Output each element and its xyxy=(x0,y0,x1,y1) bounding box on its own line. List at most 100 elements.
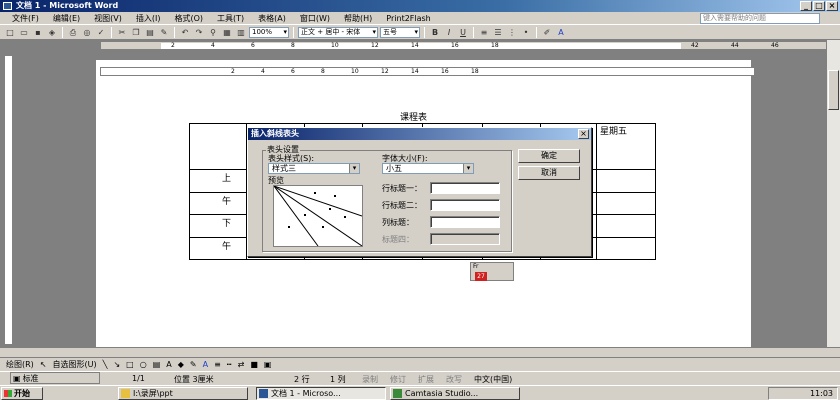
bullets-icon[interactable]: • xyxy=(520,27,532,38)
help-search-input[interactable]: 键入需要帮助的问题 xyxy=(700,13,820,24)
autoshapes-button[interactable]: 自选图形(U) xyxy=(53,359,97,370)
scrollbar-thumb[interactable] xyxy=(828,70,839,110)
copy-icon[interactable]: ❐ xyxy=(130,27,142,38)
taskbar: 开始 I:\录屏\ppt 文档 1 - Microso... Camtasia … xyxy=(0,385,840,400)
header-style-select[interactable]: 样式三 ▾ xyxy=(268,163,360,174)
print-preview-icon[interactable]: ◎ xyxy=(81,27,93,38)
task-camtasia[interactable]: Camtasia Studio... xyxy=(390,387,520,400)
ime-mode[interactable]: 标准 xyxy=(23,373,39,384)
table-ruler: 2 4 6 8 10 12 14 16 18 xyxy=(100,67,755,76)
menu-tools[interactable]: 工具(T) xyxy=(217,13,244,24)
status-ext[interactable]: 扩展 xyxy=(418,374,434,385)
bold-button[interactable]: B xyxy=(429,27,441,38)
font-color-icon[interactable]: A xyxy=(555,27,567,38)
clock[interactable]: 11:03 xyxy=(810,389,833,398)
save-icon[interactable]: ▪ xyxy=(32,27,44,38)
menu-format[interactable]: 格式(O) xyxy=(174,13,203,24)
draw-menu-button[interactable]: 绘图(R) xyxy=(6,359,34,370)
ime-bar[interactable]: ▣ 标准 xyxy=(10,372,100,384)
row-title2-label: 行标题二： xyxy=(382,201,422,210)
menu-help[interactable]: 帮助(H) xyxy=(344,13,372,24)
permission-icon[interactable]: ◈ xyxy=(46,27,58,38)
undo-icon[interactable]: ↶ xyxy=(179,27,191,38)
horizontal-ruler[interactable]: 2 4 6 8 10 12 14 16 18 42 44 46 xyxy=(100,41,830,50)
menu-insert[interactable]: 插入(I) xyxy=(136,13,161,24)
row-title2-input[interactable] xyxy=(430,199,500,211)
menu-window[interactable]: 窗口(W) xyxy=(300,13,330,24)
document-title: 课程表 xyxy=(400,113,428,123)
columns-icon[interactable]: ▥ xyxy=(235,27,247,38)
zoom-select[interactable]: 100% xyxy=(249,26,289,38)
rectangle-icon[interactable]: □ xyxy=(126,360,134,369)
font-size-select[interactable]: 五号 xyxy=(380,26,420,38)
shadow-icon[interactable]: ■ xyxy=(250,360,258,369)
col-title-input[interactable] xyxy=(430,216,500,228)
standard-toolbar: □ ▭ ▪ ◈ ⎙ ◎ ✓ ✂ ❐ ▤ ✎ ↶ ↷ ⚲ ▦ ▥ 100% 正文 … xyxy=(0,25,840,40)
print-icon[interactable]: ⎙ xyxy=(67,27,79,38)
ruler-number: 6 xyxy=(251,42,255,49)
start-button[interactable]: 开始 xyxy=(1,387,43,400)
font-size-dialog-select[interactable]: 小五 ▾ xyxy=(382,163,474,174)
align-center-icon[interactable]: ☰ xyxy=(492,27,504,38)
view-buttons-bar[interactable] xyxy=(0,347,840,357)
menu-print2flash[interactable]: Print2Flash xyxy=(386,14,430,23)
table-icon[interactable]: ▦ xyxy=(221,27,233,38)
insert-diagonal-header-dialog: 插入斜线表头 × 表头设置 表头样式(S): 样式三 ▾ 字体大小(F): 小五… xyxy=(247,127,592,257)
status-ovr[interactable]: 改写 xyxy=(446,374,462,385)
minimize-button[interactable]: _ xyxy=(800,1,812,11)
arrow-icon[interactable]: ↘ xyxy=(113,360,120,369)
menu-file[interactable]: 文件(F) xyxy=(12,13,39,24)
floating-toolbar-value[interactable]: 27 xyxy=(475,272,487,281)
menu-table[interactable]: 表格(A) xyxy=(258,13,286,24)
align-left-icon[interactable]: ≡ xyxy=(478,27,490,38)
paste-icon[interactable]: ▤ xyxy=(144,27,156,38)
style-select[interactable]: 正文 + 居中 - 宋体 xyxy=(298,26,378,38)
cancel-button[interactable]: 取消 xyxy=(518,166,580,180)
textbox-icon[interactable]: ▤ xyxy=(153,360,161,369)
wordart-icon[interactable]: A xyxy=(166,360,171,369)
task-folder[interactable]: I:\录屏\ppt xyxy=(118,387,248,400)
close-button[interactable]: × xyxy=(826,1,838,11)
cut-icon[interactable]: ✂ xyxy=(116,27,128,38)
hyperlink-icon[interactable]: ⚲ xyxy=(207,27,219,38)
header-style-value: 样式三 xyxy=(272,164,296,173)
oval-icon[interactable]: ○ xyxy=(140,360,147,369)
row-label-am-1: 上 xyxy=(222,174,232,184)
col-title-label: 列标题： xyxy=(382,218,414,227)
arrow-style-icon[interactable]: ⇄ xyxy=(238,360,245,369)
dialog-close-button[interactable]: × xyxy=(578,129,589,139)
ok-button[interactable]: 确定 xyxy=(518,149,580,163)
task-word[interactable]: 文档 1 - Microso... xyxy=(256,387,386,400)
maximize-button[interactable]: □ xyxy=(813,1,825,11)
status-rec[interactable]: 录制 xyxy=(362,374,378,385)
row-title1-input[interactable] xyxy=(430,182,500,194)
status-trk[interactable]: 修订 xyxy=(390,374,406,385)
floating-toolbar[interactable]: Fr 27 xyxy=(470,262,514,281)
highlight-icon[interactable]: ✐ xyxy=(541,27,553,38)
select-objects-icon[interactable]: ↖ xyxy=(40,360,47,369)
format-painter-icon[interactable]: ✎ xyxy=(158,27,170,38)
fill-color-icon[interactable]: ◆ xyxy=(178,360,184,369)
ruler-number: 42 xyxy=(691,42,699,49)
vertical-ruler[interactable] xyxy=(4,55,13,345)
ruler-number: 14 xyxy=(411,68,419,75)
new-document-icon[interactable]: □ xyxy=(4,27,16,38)
status-bar: 1/1 位置 3厘米 2 行 1 列 录制 修订 扩展 改写 中文(中国) xyxy=(0,371,840,385)
dash-style-icon[interactable]: ┅ xyxy=(227,360,232,369)
italic-button[interactable]: I xyxy=(443,27,455,38)
3d-icon[interactable]: ▣ xyxy=(264,360,272,369)
menu-edit[interactable]: 编辑(E) xyxy=(53,13,80,24)
line-color-icon[interactable]: ✎ xyxy=(190,360,197,369)
numbering-icon[interactable]: ⋮ xyxy=(506,27,518,38)
redo-icon[interactable]: ↷ xyxy=(193,27,205,38)
spelling-icon[interactable]: ✓ xyxy=(95,27,107,38)
vertical-scrollbar[interactable] xyxy=(826,40,840,347)
title-bar: 文档 1 - Microsoft Word _ □ × xyxy=(0,0,840,12)
underline-button[interactable]: U xyxy=(457,27,469,38)
line-style-icon[interactable]: ≡ xyxy=(214,360,221,369)
line-icon[interactable]: ╲ xyxy=(103,360,108,369)
ruler-number: 2 xyxy=(171,42,175,49)
font-color-icon[interactable]: A xyxy=(203,360,208,369)
open-folder-icon[interactable]: ▭ xyxy=(18,27,30,38)
menu-view[interactable]: 视图(V) xyxy=(94,13,122,24)
